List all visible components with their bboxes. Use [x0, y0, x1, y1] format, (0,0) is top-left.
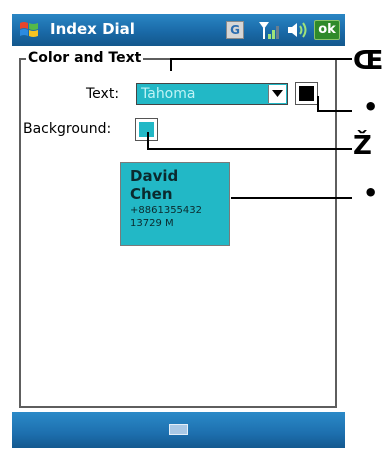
callout-line-1-horizontal	[170, 58, 352, 60]
dropdown-button[interactable]	[268, 85, 286, 103]
callout-line-4-horizontal	[231, 197, 352, 199]
windows-start-icon[interactable]	[18, 19, 40, 41]
text-label: Text:	[86, 86, 120, 102]
preview-first-name: David	[130, 167, 179, 185]
bottom-bar	[12, 412, 345, 448]
title-bar: Index Dial G ok	[12, 14, 345, 46]
preview-last-name: Chen	[130, 185, 173, 203]
text-color-button[interactable]	[295, 82, 318, 105]
callout-3: Ž	[353, 131, 372, 161]
callout-line-3-vertical	[147, 132, 149, 149]
volume-icon[interactable]	[286, 20, 308, 40]
callout-line-3-horizontal	[147, 148, 352, 150]
font-select[interactable]: Tahoma	[136, 83, 288, 105]
font-select-value: Tahoma	[141, 86, 196, 102]
callout-2: •	[363, 93, 379, 121]
callout-4: •	[363, 179, 379, 207]
preview-card: David Chen +8861355432 13729 M	[120, 162, 230, 246]
callout-1: Œ	[353, 46, 384, 76]
chevron-down-icon	[272, 90, 283, 97]
app-title: Index Dial	[50, 20, 135, 38]
preview-phone: +8861355432	[130, 205, 203, 216]
ok-button[interactable]: ok	[314, 20, 340, 40]
text-color-swatch	[299, 86, 314, 101]
settings-content: Color and Text Text: Tahoma Background: …	[12, 46, 345, 412]
group-title: Color and Text	[26, 50, 144, 66]
device-screen: Index Dial G ok Color and Text Text: Tah…	[12, 14, 345, 448]
preview-extra: 13729 M	[130, 218, 174, 229]
callout-line-2-vertical	[317, 96, 319, 111]
keyboard-icon[interactable]	[169, 424, 188, 435]
background-label: Background:	[23, 121, 112, 137]
signal-icon[interactable]	[258, 20, 282, 40]
g-status-icon[interactable]: G	[226, 21, 244, 39]
callout-line-2-horizontal	[317, 110, 352, 112]
